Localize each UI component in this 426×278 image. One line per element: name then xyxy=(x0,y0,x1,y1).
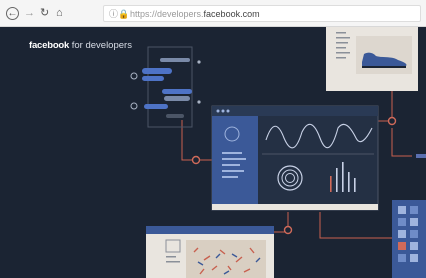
dashboard-window xyxy=(211,105,379,211)
url-protocol: https://developers. xyxy=(130,9,204,19)
address-bar[interactable]: ⓘ 🔒 https://developers.facebook.com xyxy=(103,5,421,22)
edge-marker xyxy=(416,154,426,158)
grid-card xyxy=(392,200,426,278)
info-icon[interactable]: ⓘ xyxy=(109,8,118,20)
chat-bubbles-panel xyxy=(130,46,201,128)
browser-toolbar: ← → ↻ ⌂ ⓘ 🔒 https://developers.facebook.… xyxy=(0,0,426,27)
home-icon[interactable]: ⌂ xyxy=(56,6,63,20)
hero-illustration xyxy=(130,27,426,278)
forward-arrow-icon[interactable]: → xyxy=(24,6,35,20)
back-arrow-icon[interactable]: ← xyxy=(6,7,19,20)
url-domain: facebook.com xyxy=(203,9,260,19)
image-card xyxy=(146,226,274,278)
lock-icon: 🔒 xyxy=(118,9,130,19)
url-text[interactable]: https://developers.facebook.com xyxy=(130,8,260,20)
reload-icon[interactable]: ↻ xyxy=(40,6,49,20)
product-card xyxy=(326,27,418,91)
